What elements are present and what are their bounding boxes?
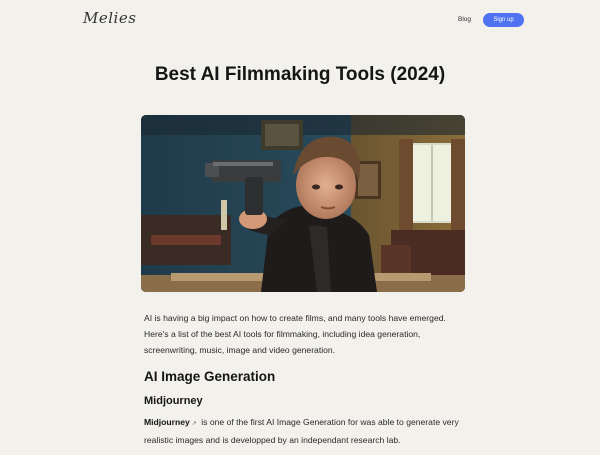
tool-heading: Midjourney [144, 395, 203, 407]
signup-button[interactable]: Sign up [483, 13, 524, 27]
section-heading: AI Image Generation [144, 369, 276, 384]
hero-image [141, 115, 465, 292]
tool-paragraph: Midjourney ↗ is one of the first AI Image… [144, 414, 460, 448]
tool-link[interactable]: Midjourney [144, 417, 190, 427]
site-header: Melies Blog Sign up [0, 0, 600, 40]
intro-paragraph: AI is having a big impact on how to crea… [144, 313, 446, 355]
nav-link-blog[interactable]: Blog [458, 16, 471, 23]
external-link-icon[interactable]: ↗ [192, 421, 197, 427]
page-title: Best AI Filmmaking Tools (2024) [154, 64, 446, 85]
site-logo[interactable]: Melies [83, 9, 136, 27]
